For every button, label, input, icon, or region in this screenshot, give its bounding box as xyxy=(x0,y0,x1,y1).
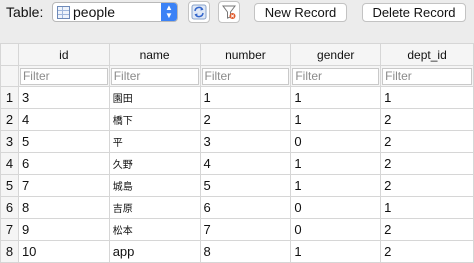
filter-corner-cell xyxy=(0,65,19,87)
cell-id[interactable]: 10 xyxy=(17,240,110,263)
cell-id[interactable]: 8 xyxy=(17,196,110,219)
filter-cell xyxy=(17,65,110,87)
cell-gender[interactable]: 1 xyxy=(290,240,382,263)
table-icon xyxy=(57,6,70,19)
filter-input-number[interactable] xyxy=(201,67,290,85)
cell-dept-id[interactable]: 1 xyxy=(380,86,474,109)
cell-dept-id[interactable]: 2 xyxy=(380,174,474,197)
cell-number[interactable]: 4 xyxy=(199,152,292,175)
cell-number[interactable]: 7 xyxy=(199,218,292,241)
row-number[interactable]: 6 xyxy=(0,196,19,219)
column-header-dept-id[interactable]: dept_id xyxy=(380,43,474,66)
table-select[interactable]: people ▲ ▼ xyxy=(52,2,178,22)
refresh-icon xyxy=(191,4,207,20)
cell-number[interactable]: 2 xyxy=(199,108,292,131)
column-header-gender[interactable]: gender xyxy=(290,43,382,66)
cell-dept-id[interactable]: 2 xyxy=(380,240,474,263)
data-grid: idnamenumbergenderdept_id 13園田11124橋下212… xyxy=(0,43,474,263)
cell-number[interactable]: 1 xyxy=(199,86,292,109)
cell-id[interactable]: 5 xyxy=(17,130,110,153)
table-row[interactable]: 5 7 城島 5 1 2 xyxy=(0,174,474,197)
table-select-value: people xyxy=(73,4,116,20)
row-number[interactable]: 4 xyxy=(0,152,19,175)
cell-gender[interactable]: 1 xyxy=(290,174,382,197)
cell-dept-id[interactable]: 1 xyxy=(380,196,474,219)
header-row: id name number gender dept_id xyxy=(0,43,474,66)
column-header-number[interactable]: number xyxy=(199,43,292,66)
new-record-button[interactable]: New Record xyxy=(254,3,347,22)
cell-number[interactable]: 6 xyxy=(199,196,292,219)
cell-id[interactable]: 4 xyxy=(17,108,110,131)
cell-id[interactable]: 7 xyxy=(17,174,110,197)
table-row[interactable]: 4 6 久野 4 1 2 xyxy=(0,152,474,175)
cell-dept-id[interactable]: 2 xyxy=(380,130,474,153)
chevron-updown-icon[interactable]: ▲ ▼ xyxy=(161,3,177,21)
table-row[interactable]: 2 4 橋下 2 1 2 xyxy=(0,108,474,131)
refresh-button[interactable] xyxy=(188,1,210,23)
filter-row xyxy=(0,65,474,87)
cell-number[interactable]: 8 xyxy=(199,240,292,263)
cell-name[interactable]: 園田 xyxy=(108,86,201,109)
filter-cell xyxy=(108,65,201,87)
table-row[interactable]: 35平302 xyxy=(0,130,474,153)
row-number[interactable]: 2 xyxy=(0,108,19,131)
cell-number[interactable]: 5 xyxy=(199,174,292,197)
cell-name[interactable]: 久野 xyxy=(108,152,201,175)
cell-gender[interactable]: 1 xyxy=(290,152,382,175)
cell-name[interactable]: 吉原 xyxy=(108,196,201,219)
filter-input-name[interactable] xyxy=(110,67,199,85)
toolbar: Table: people ▲ ▼ New Record Delete Recor… xyxy=(0,0,474,26)
table-row[interactable]: 7 9 松本 7 0 2 xyxy=(0,218,474,241)
cell-dept-id[interactable]: 2 xyxy=(380,218,474,241)
filter-cell xyxy=(380,65,474,87)
cell-gender[interactable]: 0 xyxy=(290,196,382,219)
cell-name[interactable]: 松本 xyxy=(108,218,201,241)
filter-input-gender[interactable] xyxy=(292,67,380,85)
cell-gender[interactable]: 0 xyxy=(290,218,382,241)
cell-gender[interactable]: 1 xyxy=(290,86,382,109)
filter-input-dept-id[interactable] xyxy=(382,67,472,85)
row-number[interactable]: 3 xyxy=(0,130,19,153)
table-label: Table: xyxy=(6,4,44,20)
column-header-id[interactable]: id xyxy=(17,43,110,66)
column-header-name[interactable]: name xyxy=(108,43,201,66)
delete-record-button[interactable]: Delete Record xyxy=(362,3,466,22)
table-row[interactable]: 1 3 園田 1 1 1 xyxy=(0,86,474,109)
cell-id[interactable]: 9 xyxy=(17,218,110,241)
cell-dept-id[interactable]: 2 xyxy=(380,152,474,175)
row-number[interactable]: 8 xyxy=(0,240,19,263)
corner-cell xyxy=(0,43,19,66)
table-row[interactable]: 6 8 吉原 6 0 1 xyxy=(0,196,474,219)
row-number[interactable]: 5 xyxy=(0,174,19,197)
table-row[interactable]: 8 10 app 8 1 2 xyxy=(0,240,474,263)
row-number[interactable]: 1 xyxy=(0,86,19,109)
cell-number[interactable]: 3 xyxy=(199,130,292,153)
cell-name[interactable]: 橋下 xyxy=(108,108,201,131)
cell-name[interactable]: app xyxy=(108,240,201,263)
cell-name[interactable]: 城島 xyxy=(108,174,201,197)
cell-dept-id[interactable]: 2 xyxy=(380,108,474,131)
cell-gender[interactable]: 0 xyxy=(290,130,382,153)
cell-name[interactable]: 平 xyxy=(108,130,201,153)
cell-id[interactable]: 3 xyxy=(17,86,110,109)
filter-cell xyxy=(199,65,292,87)
cell-gender[interactable]: 1 xyxy=(290,108,382,131)
cell-id[interactable]: 6 xyxy=(17,152,110,175)
clear-filter-button[interactable] xyxy=(218,1,240,23)
filter-cell xyxy=(290,65,382,87)
clear-filter-icon xyxy=(222,5,236,19)
filter-input-id[interactable] xyxy=(19,67,108,85)
row-number[interactable]: 7 xyxy=(0,218,19,241)
